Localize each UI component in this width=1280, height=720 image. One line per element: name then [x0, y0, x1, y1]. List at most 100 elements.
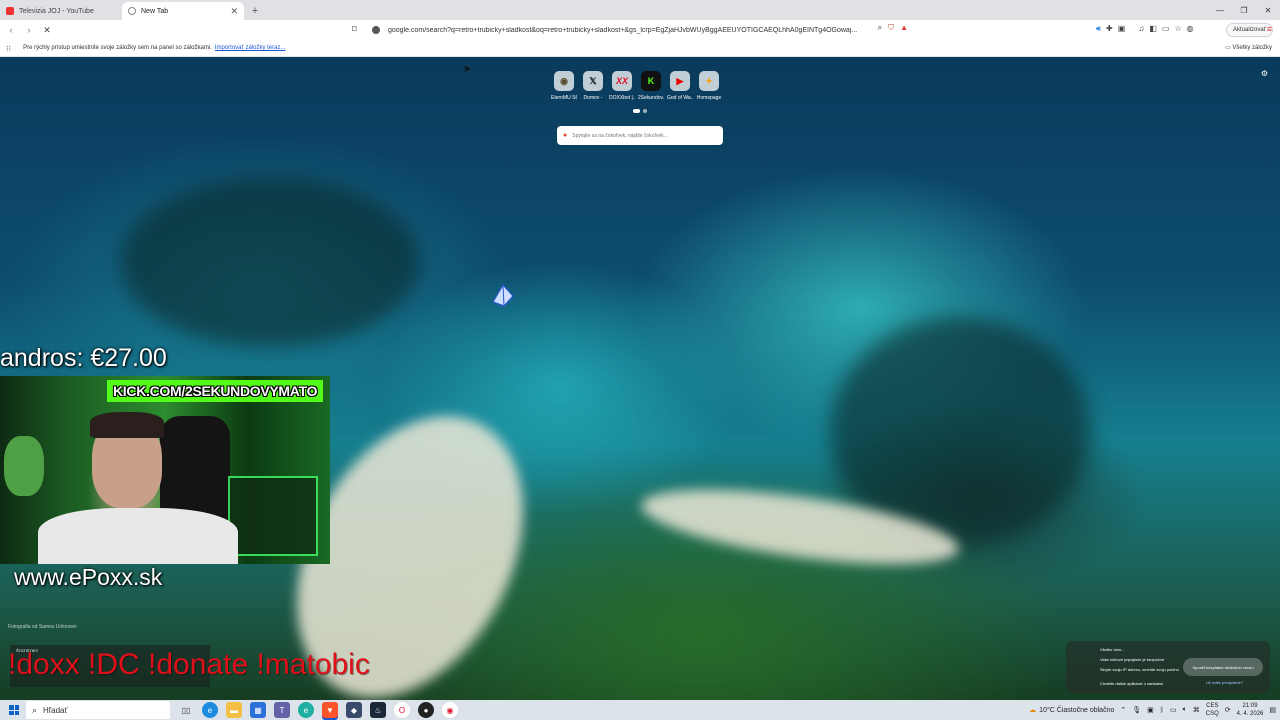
vpn-icon[interactable]: ◍ — [1187, 24, 1194, 34]
speaker-icon[interactable]: 🔊︎ — [1096, 24, 1101, 34]
tray-sync-icon[interactable]: ⟳ — [1225, 706, 1231, 714]
edge-dev-icon[interactable]: e — [298, 702, 314, 718]
tray-app-icon[interactable]: ▣ — [1147, 706, 1154, 714]
forward-icon[interactable]: › — [22, 25, 36, 35]
clock[interactable]: 21:09 4. 4. 2026 — [1237, 702, 1264, 718]
kick-channel-banner: KICK.COM/2SEKUNDOVYMATO — [107, 380, 324, 402]
menu-icon[interactable]: ≡ — [1267, 24, 1272, 34]
tab-new-tab[interactable]: New Tab ✕ — [122, 2, 244, 20]
shortcut-x[interactable]: 𝕏 Domov - — [581, 71, 605, 101]
pager-dot[interactable] — [643, 109, 647, 113]
tab-youtube[interactable]: Televizia JOJ - YouTube — [0, 2, 122, 20]
obs-icon[interactable]: ● — [418, 702, 434, 718]
restore-icon[interactable]: ❐ — [1232, 0, 1256, 20]
shortcut-kick[interactable]: K 2Sekundov... — [638, 71, 664, 101]
homepage-icon: ✦ — [699, 71, 719, 91]
cloud-sun-icon: ☁ — [1029, 707, 1037, 714]
start-trial-button[interactable]: Spustiť bezplatnú skúšobnú verziu — [1183, 658, 1263, 676]
search-placeholder: Spýtajte sa na čokoľvek, nájdite čokoľve… — [572, 132, 668, 139]
all-bookmarks-label: Všetky záložky — [1232, 45, 1272, 51]
shortcut-homepage[interactable]: ✦ Homepage — [697, 71, 721, 101]
taskbar-search[interactable]: ⌕ Hľadať — [26, 701, 170, 719]
webcam-shirt — [38, 508, 238, 564]
weather-text: 10°C Čiastočne oblačno — [1039, 706, 1115, 714]
x-icon: 𝕏 — [583, 71, 603, 91]
chat-commands-overlay: !doxx !DC !donate !matobic — [8, 648, 370, 681]
sidebar-icon[interactable]: ◧ — [1149, 24, 1157, 34]
puzzle-icon[interactable]: ✚ — [1106, 24, 1113, 34]
teams-icon[interactable]: T — [274, 702, 290, 718]
address-bar[interactable]: google.com/search?q=retro+trubicky+sladk… — [368, 23, 908, 37]
stop-icon[interactable]: ✕ — [40, 25, 54, 36]
edge-icon[interactable]: e — [202, 702, 218, 718]
shortcut-pager — [633, 109, 647, 113]
pager-dot[interactable] — [633, 109, 640, 113]
apps-grid-icon[interactable]: ⁝⁝ — [6, 44, 11, 53]
brave-rewards-icon[interactable]: ▲ — [900, 23, 908, 33]
boat-image — [492, 283, 514, 307]
youtube-icon: ▶ — [670, 71, 690, 91]
url-text[interactable]: google.com/search?q=retro+trubicky+sladk… — [388, 27, 858, 34]
notification-link[interactable]: Už máte predplatné? — [1206, 680, 1243, 685]
tray-chevron-icon[interactable]: ⌃ — [1120, 706, 1126, 714]
shortcut-label: DOXXbet |... — [609, 95, 635, 101]
store-icon[interactable]: ▦ — [250, 702, 266, 718]
steam-icon[interactable]: ♨ — [370, 702, 386, 718]
tray-battery-icon[interactable]: ▭ — [1170, 706, 1177, 714]
gear-icon[interactable]: ⚙ — [1261, 69, 1268, 78]
webcam-feed — [0, 376, 330, 564]
import-bookmarks-link[interactable]: Importovať záložky teraz... — [215, 45, 286, 51]
tray-bluetooth-icon[interactable]: ᛒ — [1160, 707, 1164, 714]
tray-mic-icon[interactable]: 🎙︎ — [1132, 706, 1141, 714]
toolbar: ‹ › ✕ ⌑ google.com/search?q=retro+trubic… — [0, 20, 1280, 40]
search-icon: ⌕ — [32, 704, 38, 715]
favorites-icon[interactable]: ☆ — [1174, 24, 1181, 34]
shortcut-label: Homepage — [696, 95, 722, 101]
system-tray: ☁ 10°C Čiastočne oblačno ⌃ 🎙︎ ▣ ᛒ ▭ 🔈︎ ⌘… — [1029, 700, 1276, 720]
shortcut-doxxbet[interactable]: XX DOXXbet |... — [609, 71, 635, 101]
website-overlay: www.ePoxx.sk — [14, 564, 163, 590]
shortcut-youtube[interactable]: ▶ God of Wa... — [667, 71, 693, 101]
search-input[interactable]: ● Spýtajte sa na čokoľvek, nájdite čokoľ… — [557, 126, 723, 145]
webcam-pc-case — [228, 476, 318, 556]
tray-network-icon[interactable]: ⌘ — [1193, 706, 1200, 714]
app-icon[interactable]: ◆ — [346, 702, 362, 718]
eternmu-icon: ◉ — [554, 71, 574, 91]
language-indicator[interactable]: CES CSQ — [1206, 702, 1219, 718]
site-info-icon[interactable] — [372, 26, 380, 34]
new-tab-button[interactable]: + — [246, 2, 264, 20]
music-icon[interactable]: ♫ — [1138, 24, 1144, 34]
bookmark-icon[interactable]: ⌑ — [352, 24, 357, 35]
photo-credit[interactable]: Fotografia od Sames Unknown — [8, 624, 77, 630]
shortcut-label: God of Wa... — [667, 95, 693, 101]
task-view-icon[interactable]: ▯▯ — [178, 702, 194, 718]
notification-line3: Chráňte ďalšie aplikácie v zariadení — [1100, 681, 1164, 686]
window-controls: — ❐ ✕ — [1208, 0, 1280, 20]
tray-volume-icon[interactable]: 🔈︎ — [1183, 706, 1187, 714]
brave-icon[interactable]: ▼ — [322, 702, 338, 718]
tab-title: Televizia JOJ - YouTube — [19, 7, 94, 15]
kick-icon: K — [641, 71, 661, 91]
notifications-icon[interactable]: ▤ — [1269, 706, 1276, 714]
shortcut-eternmu[interactable]: ◉ EternMU S6 (f) Domov - — [551, 71, 577, 101]
opera-icon[interactable]: O — [394, 702, 410, 718]
minimize-icon[interactable]: — — [1208, 0, 1232, 20]
top-sites: ◉ EternMU S6 (f) Domov - 𝕏 Domov - XX DO… — [551, 71, 721, 101]
all-bookmarks-button[interactable]: ▭ Všetky záložky — [1225, 44, 1272, 51]
omnibox-icons: ⌕ ⛉ ▲ — [878, 23, 908, 33]
close-window-icon[interactable]: ✕ — [1256, 0, 1280, 20]
wallpaper-reef — [120, 177, 420, 347]
recorder-icon[interactable]: ◉ — [442, 702, 458, 718]
wallet-icon[interactable]: ▭ — [1162, 24, 1170, 34]
zoom-icon[interactable]: ⌕ — [878, 23, 882, 33]
shortcut-label: Domov - — [583, 95, 603, 101]
back-icon[interactable]: ‹ — [4, 25, 18, 35]
file-explorer-icon[interactable]: ▬ — [226, 702, 242, 718]
windows-start-icon[interactable] — [6, 702, 22, 718]
notification-line2: Skryte svoju IP adresu, zmeňte svoju pol… — [1100, 667, 1179, 672]
close-tab-icon[interactable]: ✕ — [230, 6, 238, 17]
screenshot-icon[interactable]: ▣ — [1118, 24, 1126, 34]
brave-shield-icon[interactable]: ⛉ — [888, 23, 894, 33]
taskbar: ⌕ Hľadať ▯▯ e ▬ ▦ T e ▼ ◆ ♨ O ● ◉ ☁ 10°C… — [0, 700, 1280, 720]
weather-widget[interactable]: ☁ 10°C Čiastočne oblačno — [1029, 706, 1115, 715]
